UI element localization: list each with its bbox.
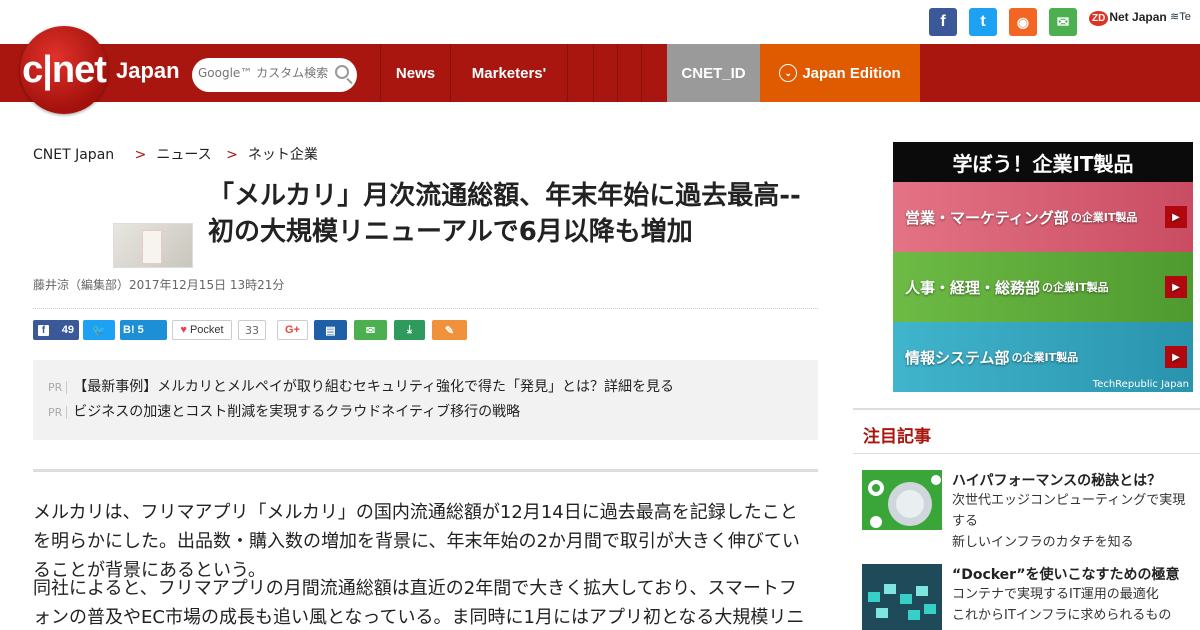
mail-icon: ✉ — [365, 324, 376, 337]
share-facebook-button[interactable]: f 49 — [33, 320, 79, 340]
ad-footer: TechRepublic Japan — [1092, 379, 1189, 390]
share-hatena-button[interactable]: B! 5 — [120, 320, 167, 340]
breadcrumb-home[interactable]: CNET Japan — [33, 147, 114, 163]
article-byline-date: 藤井涼（編集部）2017年12月15日 13時21分 — [33, 278, 285, 292]
pocket-count: 33 — [238, 320, 266, 340]
arrow-right-icon: ▶ — [1165, 346, 1187, 368]
facebook-icon: f — [38, 324, 49, 336]
breadcrumb-separator: > — [226, 147, 238, 163]
nav-divider — [567, 44, 593, 102]
ad-row-label: 人事・経理・総務部 — [905, 278, 1041, 297]
sidebar-item-desc: コンテナで実現するIT運用の最適化 これからITインフラに求められるもの — [952, 584, 1192, 626]
arrow-right-icon: ▶ — [1165, 206, 1187, 228]
hatena-count: 5 — [137, 324, 144, 336]
share-twitter-button[interactable]: 🐦 — [83, 320, 115, 340]
hatena-icon: B! — [123, 324, 135, 336]
search-input[interactable] — [198, 66, 328, 80]
sidebar-item-image[interactable] — [862, 470, 942, 530]
sidebar-item-desc: 次世代エッジコンピューティングで実現する新しいインフラのカタチを知る — [952, 490, 1192, 553]
share-mail-button[interactable]: ✉ — [354, 320, 387, 340]
print-icon: ▤ — [325, 324, 336, 337]
pr-link[interactable]: ビジネスの加速とコスト削減を実現するクラウドネイティブ移行の戦略 — [73, 404, 520, 420]
breadcrumb-net-company[interactable]: ネット企業 — [248, 147, 318, 163]
share-googleplus-button[interactable]: G+ — [277, 320, 308, 340]
twitter-icon: 🐦 — [92, 324, 106, 337]
nav-news[interactable]: News — [380, 44, 450, 102]
search-box — [192, 58, 357, 92]
sidebar-ad-banner[interactable]: 学ぼう！企業IT製品 営業・マーケティング部 の企業IT製品 ▶ 人事・経理・総務部… — [893, 142, 1193, 392]
search-icon[interactable] — [335, 65, 349, 79]
sidebar-heading: 注目記事 — [863, 427, 931, 447]
pr-tag: PR — [48, 381, 68, 394]
techrepublic-label: Te — [1179, 11, 1191, 23]
clip-icon: ✎ — [444, 324, 455, 337]
ad-row-suffix: の企業IT製品 — [1042, 281, 1109, 294]
pr-box: PR 【最新事例】メルカリとメルペイが取り組むセキュリティ強化で得た「発見」とは？… — [33, 360, 818, 440]
ad-row-label: 情報システム部 — [905, 348, 1010, 367]
print-button[interactable]: ▤ — [314, 320, 347, 340]
facebook-icon[interactable]: f — [929, 8, 957, 36]
twitter-icon[interactable]: t — [969, 8, 997, 36]
arrow-right-icon: ▶ — [1165, 276, 1187, 298]
sidebar-item-desc-line: これからITインフラに求められるもの — [952, 608, 1172, 623]
nav-japan-edition[interactable]: ⌄ Japan Edition — [760, 44, 920, 102]
nav-marketers[interactable]: Marketers' — [450, 44, 567, 102]
divider — [33, 308, 818, 309]
ad-row-hr[interactable]: 人事・経理・総務部 の企業IT製品 ▶ — [893, 252, 1193, 322]
nav-divider — [641, 44, 667, 102]
divider — [33, 469, 818, 472]
facebook-count: 49 — [61, 324, 74, 336]
logo-japan-label: Japan — [116, 58, 180, 83]
sidebar-item-desc-line: 新しいインフラのカタチを知る — [952, 535, 1134, 550]
ad-heading: 学ぼう！企業IT製品 — [893, 142, 1193, 182]
zdnet-link[interactable]: ZD Net Japan — [1089, 10, 1167, 26]
share-pocket-button[interactable]: ♥ Pocket — [172, 320, 232, 340]
pocket-icon: ♥ — [180, 324, 187, 336]
article-paragraph: 同社によると、フリマアプリの月間流通総額は直近の2年間で大きく拡大しており、スマ… — [33, 578, 805, 628]
ad-row-label: 営業・マーケティング部 — [905, 208, 1069, 227]
techrepublic-link[interactable]: ≋Te — [1170, 10, 1191, 23]
mail-icon[interactable]: ✉ — [1049, 8, 1077, 36]
rss-icon[interactable]: ◉ — [1009, 8, 1037, 36]
download-icon: ⤓ — [407, 323, 412, 336]
sidebar-item-desc-line: コンテナで実現するIT運用の最適化 — [952, 587, 1159, 602]
article-title: 「メルカリ」月次流通総額、年末年始に過去最高--初の大規模リニューアルで6月以降… — [208, 181, 801, 247]
pr-item[interactable]: PR 【最新事例】メルカリとメルペイが取り組むセキュリティ強化で得た「発見」とは？… — [48, 376, 674, 396]
top-strip: f t ◉ ✉ ZD Net Japan ≋Te — [0, 0, 1200, 44]
ad-row-sales[interactable]: 営業・マーケティング部 の企業IT製品 ▶ — [893, 182, 1193, 252]
nav-cnet-id[interactable]: CNET_ID — [667, 44, 760, 102]
nav-divider — [593, 44, 617, 102]
sidebar-heading-box: 注目記事 — [853, 408, 1200, 454]
zdnet-label: Net Japan — [1109, 10, 1167, 24]
containers-icon — [868, 584, 936, 620]
article-paragraph: メルカリは、フリマアプリ「メルカリ」の国内流通総額が12月14日に過去最高を記録… — [33, 502, 800, 581]
cnet-logo[interactable]: c|net — [20, 26, 108, 114]
sidebar-item-image[interactable] — [862, 564, 942, 630]
zdnet-logo-icon: ZD — [1089, 11, 1109, 26]
breadcrumb-separator: > — [134, 147, 147, 163]
chevron-down-icon: ⌄ — [779, 64, 798, 82]
breadcrumb-news[interactable]: ニュース — [156, 147, 211, 163]
breadcrumb: CNET Japan > ニュース > ネット企業 — [33, 144, 318, 164]
clip-button[interactable]: ✎ — [432, 320, 467, 340]
pr-item[interactable]: PR ビジネスの加速とコスト削減を実現するクラウドネイティブ移行の戦略 — [48, 401, 520, 421]
sidebar-item-desc-line: 次世代エッジコンピューティングで実現する — [952, 493, 1186, 529]
cnet-logo-text: c|net — [22, 48, 107, 91]
pocket-label: Pocket — [189, 324, 224, 336]
pr-tag: PR — [48, 406, 68, 419]
sidebar-item-title[interactable]: ハイパフォーマンスの秘訣とは？ — [952, 470, 1161, 490]
googleplus-icon: G+ — [285, 324, 300, 336]
sidebar-item-title[interactable]: “Docker”を使いこなすための極意 — [952, 564, 1180, 584]
nav-divider — [617, 44, 641, 102]
edition-label: Japan Edition — [802, 64, 901, 82]
ad-row-suffix: の企業IT製品 — [1070, 211, 1138, 224]
gears-icon — [868, 475, 941, 528]
pr-link[interactable]: 【最新事例】メルカリとメルペイが取り組むセキュリティ強化で得た「発見」とは？詳細… — [73, 379, 674, 395]
article-thumbnail — [113, 223, 193, 268]
save-button[interactable]: ⤓ — [394, 320, 425, 340]
ad-row-suffix: の企業IT製品 — [1011, 351, 1079, 364]
